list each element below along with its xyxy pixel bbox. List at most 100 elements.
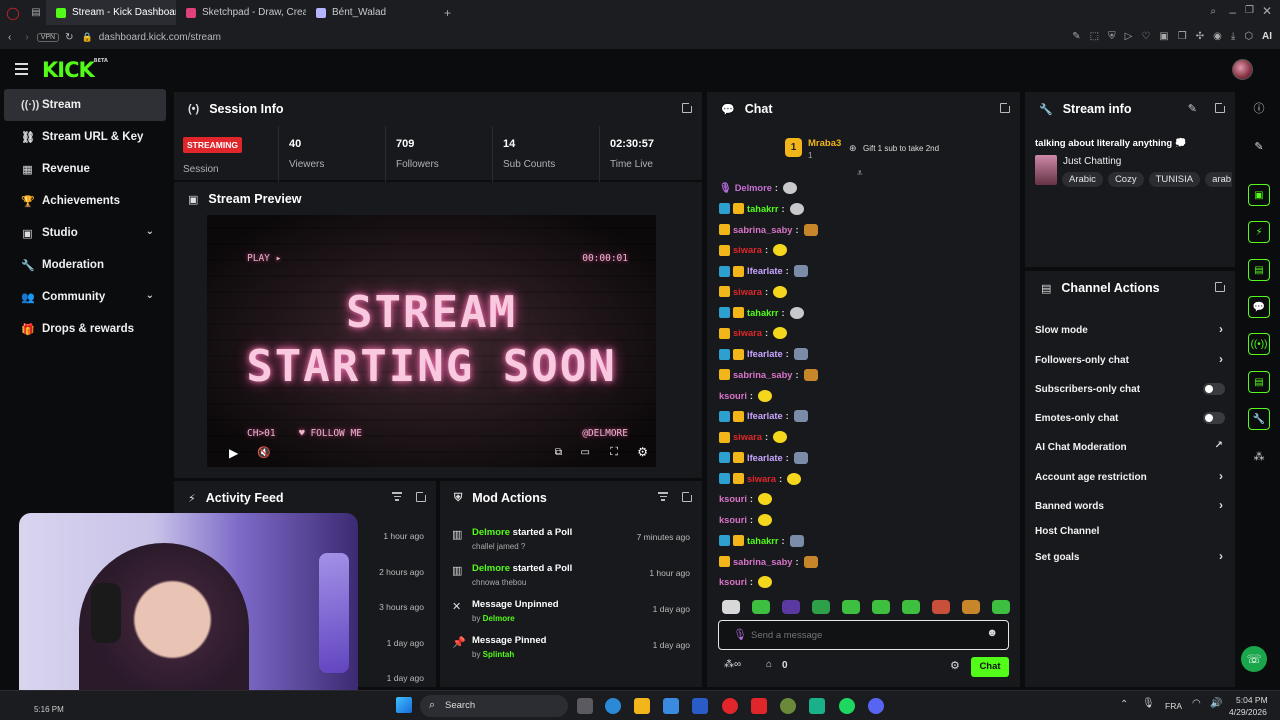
tab-grid-icon[interactable]: ▤: [26, 7, 46, 18]
browser-tab[interactable]: Bént_Walad: [306, 0, 436, 25]
quick-emote-icon[interactable]: [962, 600, 980, 614]
chat-username[interactable]: sabrina_saby: [733, 557, 792, 567]
quick-emote-icon[interactable]: [872, 600, 890, 614]
chat-message[interactable]: siwara:: [719, 326, 788, 340]
chat-username[interactable]: lfearlate: [747, 453, 783, 463]
mod-action-row[interactable]: ▥ Delmore started a Poll chnowa thebou 1 ho…: [440, 559, 702, 595]
maximize-button[interactable]: ❐: [1245, 5, 1254, 16]
chat-message[interactable]: sabrina_saby:: [719, 223, 818, 237]
channel-action-subscribers-only-chat[interactable]: Subscribers-only chat: [1035, 379, 1225, 399]
chat-username[interactable]: siwara: [733, 432, 762, 442]
taskbar-search[interactable]: ⌕ Search: [420, 695, 568, 717]
forward-icon[interactable]: ›: [25, 32, 28, 43]
edit-icon[interactable]: ✎: [1188, 102, 1197, 115]
popout-icon[interactable]: [1000, 101, 1012, 113]
task-view-icon[interactable]: [577, 698, 593, 714]
chat-message[interactable]: tahakrr:: [719, 306, 804, 320]
channel-action-account-age-restriction[interactable]: Account age restriction ›: [1035, 467, 1225, 487]
gift-sub-text[interactable]: Gift 1 sub to take 2nd: [863, 144, 939, 153]
filter-icon[interactable]: [658, 492, 668, 503]
vpn-badge[interactable]: VPN: [36, 32, 60, 42]
language-indicator[interactable]: FRA: [1165, 701, 1182, 711]
back-icon[interactable]: ‹: [8, 32, 11, 43]
theater-button[interactable]: ▭: [581, 447, 590, 458]
stream-info-toggle-icon[interactable]: 🔧: [1248, 408, 1270, 430]
chat-message[interactable]: sabrina_saby:: [719, 368, 818, 382]
mod-action-user[interactable]: Delmore: [472, 563, 510, 574]
chat-message[interactable]: lfearlate:: [719, 347, 808, 361]
discord-icon[interactable]: [868, 698, 884, 714]
channel-action-slow-mode[interactable]: Slow mode ›: [1035, 320, 1225, 340]
ai-button[interactable]: AI: [1262, 31, 1272, 42]
popout-icon[interactable]: [682, 101, 694, 113]
sidebar-item-stream-url-key[interactable]: ⛓ Stream URL & Key: [4, 121, 166, 153]
chevron-right-icon[interactable]: ›: [1219, 498, 1223, 512]
camera-icon[interactable]: ◉: [1213, 31, 1222, 42]
chat-message[interactable]: ksouri:: [719, 492, 773, 506]
menu-icon[interactable]: [15, 63, 28, 78]
chat-username[interactable]: sabrina_saby: [733, 225, 792, 235]
stream-tag[interactable]: Cozy: [1107, 172, 1144, 187]
more-widgets-icon[interactable]: ⁂: [1248, 445, 1270, 467]
clock-time[interactable]: 5:04 PM: [1236, 695, 1268, 705]
play-button[interactable]: ▶: [229, 446, 238, 460]
shield-icon[interactable]: ⛨: [1108, 31, 1116, 42]
screenshot-icon[interactable]: ⬚: [1090, 31, 1099, 42]
mod-action-row[interactable]: ▥ Delmore started a Poll challel jamed ? 7 …: [440, 523, 702, 559]
volume-icon[interactable]: 🔊: [1210, 698, 1222, 709]
chevron-right-icon[interactable]: ›: [1219, 352, 1223, 366]
url-field[interactable]: dashboard.kick.com/stream: [99, 32, 221, 43]
chat-message[interactable]: tahakrr:: [719, 202, 804, 216]
channel-action-banned-words[interactable]: Banned words ›: [1035, 496, 1225, 516]
app-icon[interactable]: [780, 698, 796, 714]
stream-tag[interactable]: Arabic: [1062, 172, 1103, 187]
channel-action-followers-only-chat[interactable]: Followers-only chat ›: [1035, 350, 1225, 370]
opera-icon[interactable]: [722, 698, 738, 714]
preview-toggle-icon[interactable]: ▣: [1248, 184, 1270, 206]
app-icon[interactable]: [809, 698, 825, 714]
filter-icon[interactable]: [392, 492, 402, 503]
wifi-icon[interactable]: ◠: [1192, 698, 1201, 709]
category-name[interactable]: Just Chatting: [1063, 156, 1121, 167]
sidebar-item-revenue[interactable]: ▦ Revenue: [4, 153, 166, 185]
chevron-right-icon[interactable]: ›: [1219, 322, 1223, 336]
chat-username[interactable]: ksouri: [719, 494, 747, 504]
emoji-icon[interactable]: ☻: [986, 627, 998, 639]
store-icon[interactable]: ⌂: [766, 659, 772, 670]
quick-emote-icon[interactable]: [992, 600, 1010, 614]
minimize-button[interactable]: –: [1229, 5, 1236, 19]
browser-tab[interactable]: Stream - Kick Dashboard: [46, 0, 176, 25]
stream-tag[interactable]: arab: [1205, 172, 1232, 187]
chevron-right-icon[interactable]: ›: [1219, 549, 1223, 563]
mic-tray-icon[interactable]: 🎙: [1142, 698, 1155, 709]
chevron-down-icon[interactable]: ⌄: [146, 290, 154, 301]
popout-icon[interactable]: [1215, 280, 1227, 292]
sidebar-item-achievements[interactable]: 🏆 Achievements: [4, 185, 166, 217]
activity-toggle-icon[interactable]: ⚡: [1248, 221, 1270, 243]
chat-message[interactable]: lfearlate:: [719, 264, 808, 278]
chat-username[interactable]: siwara: [747, 474, 776, 484]
sidebar-item-stream[interactable]: ((·)) Stream: [4, 89, 166, 121]
windows-start-icon[interactable]: [396, 697, 412, 713]
chat-message[interactable]: ksouri:: [719, 389, 773, 403]
cube-icon[interactable]: ⬡: [1244, 31, 1253, 42]
video-player[interactable]: PLAY ▸ 00:00:01 STREAM STARTING SOON CH>…: [207, 215, 656, 467]
send-chat-button[interactable]: Chat: [971, 657, 1009, 677]
mod-actions-toggle-icon[interactable]: ▤: [1248, 259, 1270, 281]
chat-username[interactable]: ksouri: [719, 577, 747, 587]
broadcast-toggle-icon[interactable]: ((•)): [1248, 333, 1270, 355]
pip-button[interactable]: ⧉: [555, 447, 562, 458]
quick-emote-icon[interactable]: [842, 600, 860, 614]
quick-emote-icon[interactable]: [722, 600, 740, 614]
chat-message[interactable]: lfearlate:: [719, 409, 808, 423]
chat-username[interactable]: ksouri: [719, 391, 747, 401]
sidebar-item-drops-rewards[interactable]: 🎁 Drops & rewards: [4, 313, 166, 345]
external-link-icon[interactable]: ↗: [1215, 440, 1223, 451]
quick-emote-icon[interactable]: [902, 600, 920, 614]
avatar[interactable]: [1232, 59, 1253, 80]
chat-username[interactable]: Delmore: [735, 183, 772, 193]
chevron-right-icon[interactable]: ›: [1219, 469, 1223, 483]
chat-settings-icon[interactable]: ⚙: [950, 659, 960, 672]
extension-square-icon[interactable]: ▣: [1159, 31, 1168, 42]
chat-input[interactable]: [751, 627, 971, 643]
